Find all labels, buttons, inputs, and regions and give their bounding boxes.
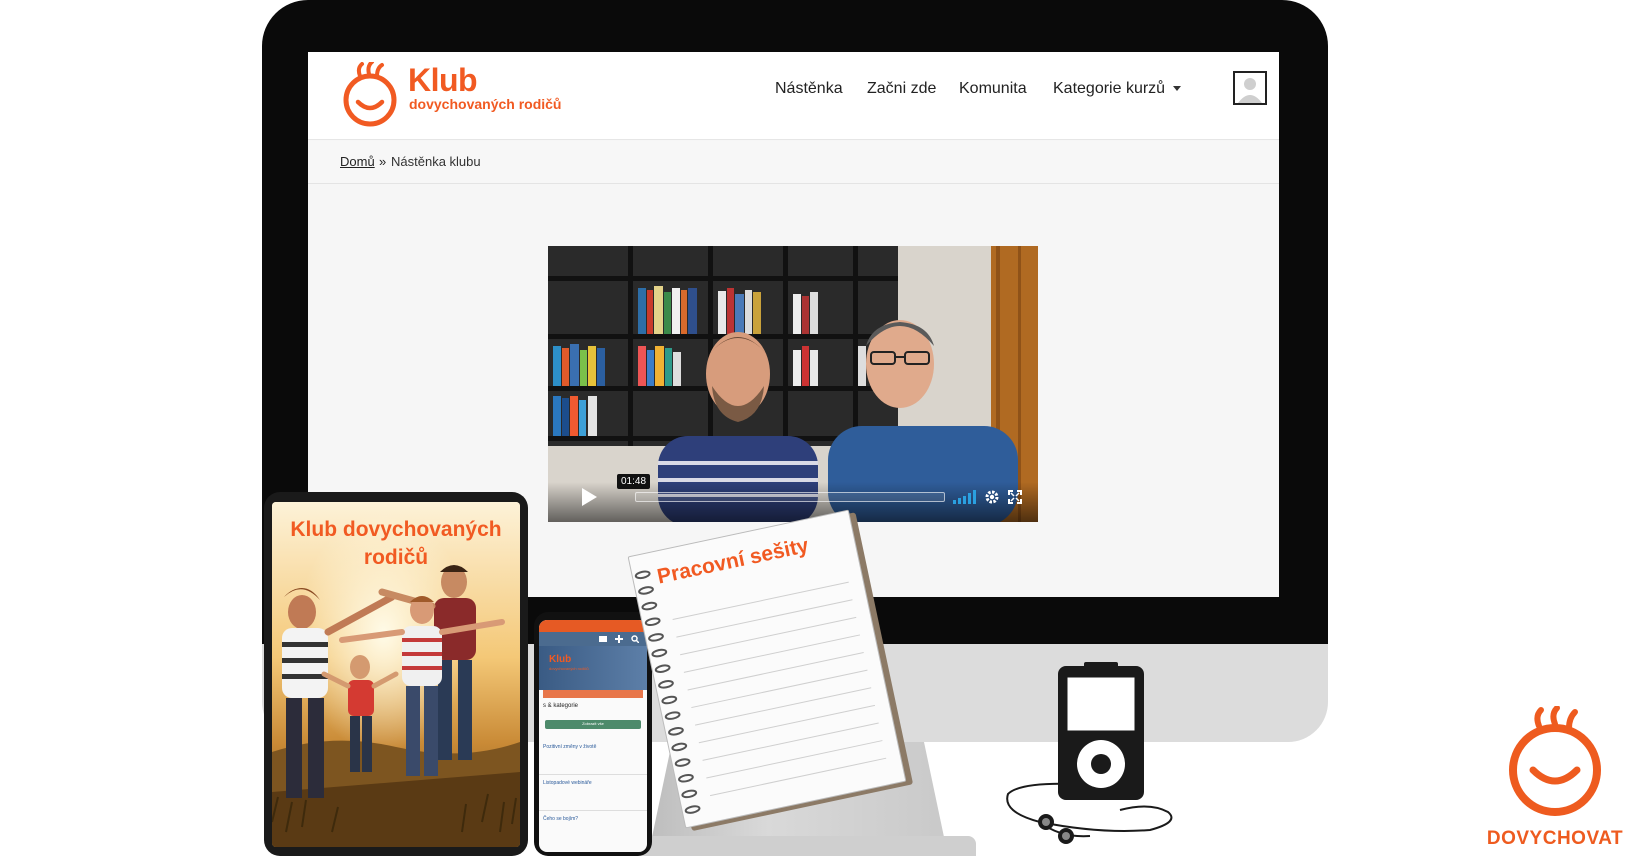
breadcrumb-separator: »: [379, 154, 387, 169]
volume-icon[interactable]: [953, 490, 977, 504]
divider: [539, 774, 647, 775]
phone-device: Klub dovychovaných rodičů s & kategorie …: [534, 612, 652, 856]
nav-item-course-categories-label: Kategorie kurzů: [1053, 80, 1166, 97]
list-item[interactable]: Čeho se bojím?: [543, 816, 643, 822]
message-icon[interactable]: [599, 635, 607, 643]
fullscreen-icon[interactable]: [1008, 490, 1022, 504]
logo-face-icon[interactable]: [342, 62, 402, 128]
user-icon: [1235, 73, 1265, 103]
tablet-screen: Klub dovychovaných rodičů: [272, 502, 520, 847]
nav-item-start-here[interactable]: Začni zde: [867, 80, 936, 98]
phone-top-banner: [539, 620, 647, 632]
tablet-title: Klub dovychovaných rodičů: [290, 518, 502, 569]
list-item-title: Listopadové webináře: [543, 780, 592, 786]
phone-notice-band: [543, 690, 643, 698]
search-icon[interactable]: [631, 635, 639, 643]
plus-icon[interactable]: [615, 635, 623, 643]
user-avatar[interactable]: [1233, 71, 1267, 105]
breadcrumb-home-link[interactable]: Domů: [340, 154, 375, 169]
divider: [539, 810, 647, 811]
site-header: Klub dovychovaných rodičů Nástěnka Začni…: [308, 52, 1279, 140]
nav-item-community[interactable]: Komunita: [959, 80, 1027, 98]
monitor-stand-base: [620, 836, 976, 856]
audio-player-icon: [1006, 662, 1173, 844]
chevron-down-icon: [1173, 86, 1182, 92]
list-item[interactable]: Listopadové webináře: [543, 780, 643, 786]
list-item-title: Pozitivní změny v životě: [543, 744, 597, 750]
phone-show-all-label: Zobrazit vše: [582, 721, 604, 726]
video-time-tooltip: 01:48: [617, 474, 651, 489]
tablet-device: Klub dovychovaných rodičů: [264, 492, 528, 856]
phone-logo-subtitle: dovychovaných rodičů: [549, 666, 589, 671]
video-progress-bar[interactable]: [635, 492, 945, 502]
gear-icon[interactable]: [984, 489, 1000, 505]
breadcrumb-current: Nástěnka klubu: [391, 154, 481, 169]
logo-subtitle[interactable]: dovychovaných rodičů: [409, 96, 561, 112]
breadcrumb: Domů » Nástěnka klubu: [308, 141, 1279, 184]
brand-face-icon: [1509, 706, 1601, 816]
phone-show-all-button[interactable]: Zobrazit vše: [545, 720, 641, 729]
phone-screen: Klub dovychovaných rodičů s & kategorie …: [539, 620, 647, 852]
logo-title[interactable]: Klub: [408, 62, 478, 99]
list-item[interactable]: Pozitivní změny v životě: [543, 744, 643, 750]
phone-logo-title[interactable]: Klub: [549, 654, 571, 665]
list-item-title: Čeho se bojím?: [543, 816, 579, 822]
phone-section-label: s & kategorie: [543, 703, 579, 709]
brand-label: DOVYCHOVAT: [1486, 828, 1624, 849]
video-player[interactable]: 01:48: [548, 246, 1038, 522]
play-icon[interactable]: [578, 486, 600, 508]
phone-navbar: [539, 632, 647, 646]
nav-item-course-categories[interactable]: Kategorie kurzů: [1053, 80, 1182, 98]
nav-item-dashboard[interactable]: Nástěnka: [775, 80, 843, 98]
